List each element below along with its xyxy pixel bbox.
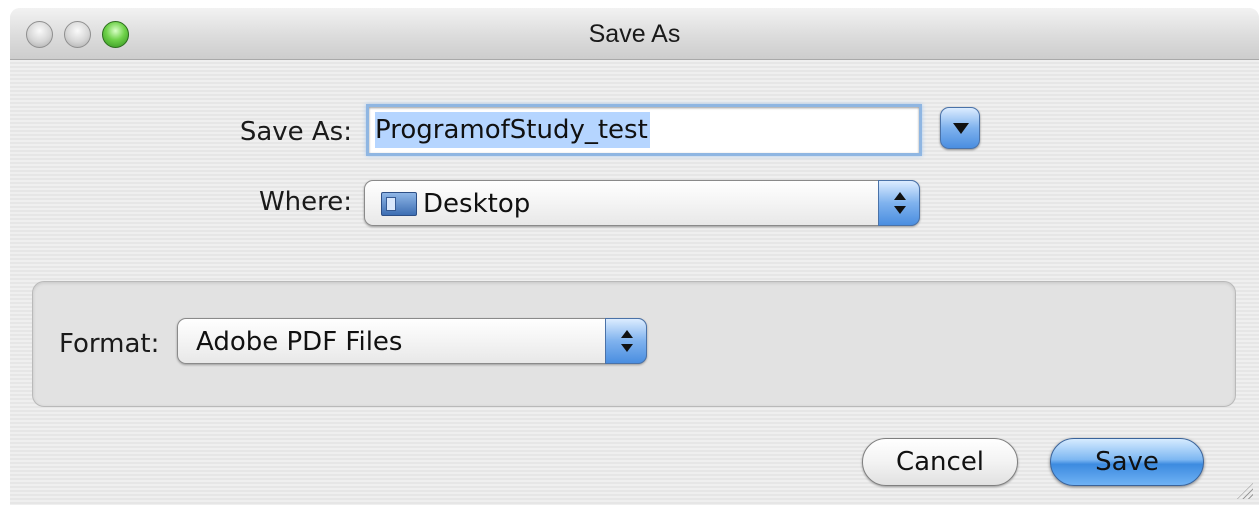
down-arrow-icon: [894, 206, 906, 214]
where-selected: Desktop: [423, 189, 531, 219]
where-popup-arrows: [878, 180, 920, 226]
filename-value: ProgramofStudy_test: [375, 112, 650, 148]
desktop-folder-icon: [381, 192, 417, 216]
format-popup[interactable]: Adobe PDF Files: [177, 318, 647, 364]
up-arrow-icon: [621, 330, 633, 338]
title-bar[interactable]: Save As: [10, 8, 1259, 60]
disclosure-triangle-icon: [953, 123, 969, 134]
cancel-button[interactable]: Cancel: [862, 438, 1018, 486]
save-button[interactable]: Save: [1050, 438, 1204, 486]
save-as-dialog: Save As Save As: ProgramofStudy_test Whe…: [10, 8, 1259, 505]
format-selected: Adobe PDF Files: [196, 327, 403, 357]
up-arrow-icon: [894, 192, 906, 200]
save-as-label: Save As:: [239, 117, 352, 147]
down-arrow-icon: [621, 344, 633, 352]
where-popup[interactable]: Desktop: [364, 180, 920, 226]
expand-browser-button[interactable]: [940, 107, 980, 149]
window-title: Save As: [588, 20, 681, 48]
resize-grip-icon[interactable]: [1237, 483, 1253, 499]
format-label: Format:: [59, 329, 160, 359]
filename-input[interactable]: ProgramofStudy_test: [366, 104, 922, 156]
where-label: Where:: [258, 187, 352, 217]
format-popup-arrows: [605, 318, 647, 364]
format-panel: Format: Adobe PDF Files: [32, 281, 1236, 407]
